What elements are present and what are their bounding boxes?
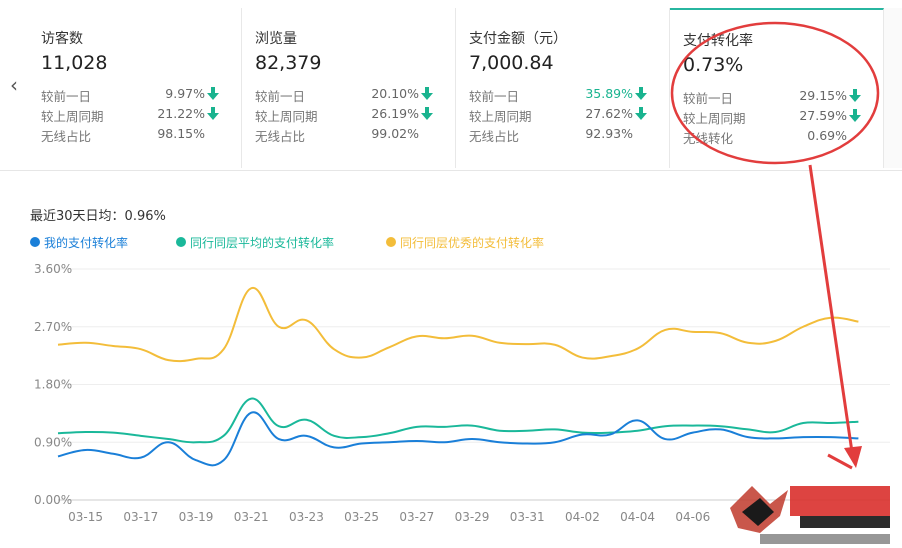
series-line-excellent: [57, 287, 859, 363]
x-tick-label: 03-29: [455, 510, 490, 524]
metric-value: 26.19%: [371, 106, 419, 121]
metric-label: 较上周同期: [255, 109, 318, 124]
metric-row: 较前一日 35.89%: [469, 86, 647, 104]
metric-row: 较上周同期 26.19%: [255, 106, 433, 124]
y-tick-label: 2.70%: [34, 320, 72, 334]
series-line-average: [57, 397, 859, 444]
down-arrow-icon: [635, 87, 647, 100]
metric-card-1[interactable]: 浏览量 82,379 较前一日 20.10% 较上周同期 26.19% 无线占比 99.02%: [242, 8, 456, 168]
metric-value: 92.93%: [585, 126, 633, 141]
x-tick-label: 03-23: [289, 510, 324, 524]
metric-value: 27.59%: [799, 108, 847, 123]
y-tick-label: 0.90%: [34, 435, 72, 449]
metric-value: 20.10%: [371, 86, 419, 101]
metric-row: 较前一日 20.10%: [255, 86, 433, 104]
metric-label: 无线占比: [255, 129, 306, 144]
metric-label: 较前一日: [469, 89, 520, 104]
metric-label: 较上周同期: [41, 109, 104, 124]
card-title: 访客数: [41, 31, 83, 47]
metric-row: 无线占比 98.15%: [41, 126, 219, 144]
metric-row: 无线占比 92.93%: [469, 126, 647, 144]
metric-label: 较上周同期: [683, 111, 746, 126]
prev-arrow-icon[interactable]: ‹: [0, 0, 28, 170]
metric-label: 较前一日: [41, 89, 92, 104]
down-arrow-icon: [207, 87, 219, 100]
x-tick-label: 03-27: [399, 510, 434, 524]
down-arrow-icon: [635, 107, 647, 120]
y-tick-label: 0.00%: [34, 493, 72, 507]
down-arrow-icon: [421, 107, 433, 120]
card-value: 11,028: [41, 52, 108, 74]
x-tick-label: 04-06: [675, 510, 710, 524]
legend-dot-icon: [30, 237, 40, 247]
metric-row: 较上周同期 27.62%: [469, 106, 647, 124]
metric-value: 9.97%: [165, 86, 205, 101]
metric-label: 无线占比: [41, 129, 92, 144]
thirty-day-average: 最近30天日均：0.96%: [30, 209, 166, 224]
metric-value: 29.15%: [799, 88, 847, 103]
down-arrow-icon: [849, 89, 861, 102]
x-tick-label: 03-19: [179, 510, 214, 524]
down-arrow-icon: [207, 107, 219, 120]
metric-label: 较前一日: [683, 91, 734, 106]
metric-value: 98.15%: [157, 126, 205, 141]
metric-label: 无线转化: [683, 131, 734, 146]
metric-label: 较上周同期: [469, 109, 532, 124]
legend-label: 同行同层优秀的支付转化率: [400, 236, 545, 250]
card-title: 浏览量: [255, 31, 297, 47]
metric-row: 较上周同期 27.59%: [683, 108, 861, 126]
card-title: 支付金额（元）: [469, 31, 567, 47]
y-tick-label: 1.80%: [34, 378, 72, 392]
x-tick-label: 03-25: [344, 510, 379, 524]
down-arrow-icon: [849, 109, 861, 122]
legend-dot-icon: [386, 237, 396, 247]
site-watermark-logo: [730, 486, 890, 544]
metric-card-0[interactable]: 访客数 11,028 较前一日 9.97% 较上周同期 21.22% 无线占比 98.15%: [28, 8, 242, 168]
metrics-bar: ‹ 访客数 11,028 较前一日 9.97% 较上周同期 21.22% 无线占比 98.15…: [0, 0, 902, 171]
metric-row: 无线占比 99.02%: [255, 126, 433, 144]
x-tick-label: 03-31: [510, 510, 545, 524]
metric-label: 无线占比: [469, 129, 520, 144]
series-line-mine: [57, 411, 859, 467]
x-tick-label: 03-17: [123, 510, 158, 524]
card-value: 7,000.84: [469, 52, 554, 74]
down-arrow-icon: [421, 87, 433, 100]
metric-row: 较前一日 29.15%: [683, 88, 861, 106]
metric-card-3[interactable]: 支付转化率 0.73% 较前一日 29.15% 较上周同期 27.59% 无线转化 0.69%: [670, 8, 884, 168]
metric-row: 无线转化 0.69%: [683, 128, 861, 146]
legend-label: 同行同层平均的支付转化率: [190, 236, 335, 250]
legend-label: 我的支付转化率: [44, 236, 129, 250]
x-tick-label: 03-15: [68, 510, 103, 524]
metric-value: 99.02%: [371, 126, 419, 141]
card-value: 0.73%: [683, 54, 744, 76]
metric-row: 较上周同期 21.22%: [41, 106, 219, 124]
x-tick-label: 04-04: [620, 510, 655, 524]
card-title: 支付转化率: [683, 33, 753, 49]
metric-value: 27.62%: [585, 106, 633, 121]
y-tick-label: 3.60%: [34, 262, 72, 276]
metric-value: 35.89%: [585, 86, 633, 101]
card-value: 82,379: [255, 52, 322, 74]
metric-value: 21.22%: [157, 106, 205, 121]
x-tick-label: 03-21: [234, 510, 269, 524]
metric-label: 较前一日: [255, 89, 306, 104]
metric-card-2[interactable]: 支付金额（元） 7,000.84 较前一日 35.89% 较上周同期 27.62% 无线占比…: [456, 8, 670, 168]
metric-row: 较前一日 9.97%: [41, 86, 219, 104]
metric-value: 0.69%: [807, 128, 847, 143]
legend-dot-icon: [176, 237, 186, 247]
next-scroll-edge[interactable]: [884, 8, 902, 168]
x-tick-label: 04-02: [565, 510, 600, 524]
